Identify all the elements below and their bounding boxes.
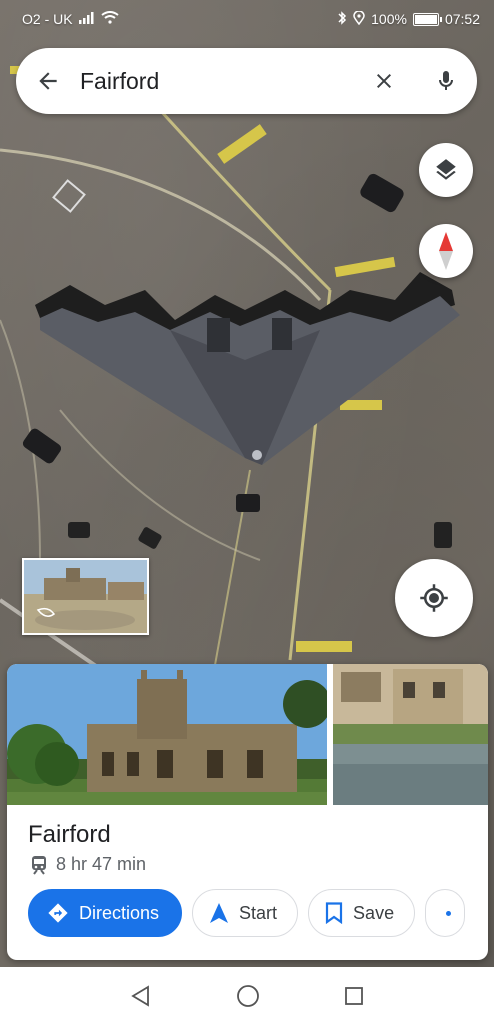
system-navigation-bar — [0, 967, 494, 1024]
arrow-back-icon — [39, 72, 57, 90]
back-button[interactable] — [16, 48, 80, 114]
search-bar[interactable]: Fairford — [16, 48, 477, 114]
compass-button[interactable] — [419, 224, 473, 278]
nav-recents-icon[interactable] — [344, 986, 364, 1006]
status-bar: O2 - UK 100% 07:52 — [0, 0, 494, 38]
my-location-button[interactable] — [395, 559, 473, 637]
more-icon — [446, 910, 452, 916]
start-label: Start — [239, 902, 278, 923]
microphone-icon — [439, 71, 453, 90]
navigation-arrow-icon — [210, 903, 229, 923]
street-view-image — [24, 560, 147, 633]
clock: 07:52 — [444, 11, 480, 27]
compass-icon — [439, 232, 453, 270]
place-photo[interactable] — [333, 664, 488, 805]
layers-icon — [436, 159, 456, 180]
place-card[interactable]: Fairford 8 hr 47 min Directions Start Sa… — [7, 664, 488, 960]
nav-home-icon[interactable] — [236, 984, 260, 1008]
signal-icon — [78, 11, 95, 27]
photo-strip[interactable] — [7, 664, 488, 805]
more-actions-button[interactable] — [425, 889, 466, 937]
layers-button[interactable] — [419, 143, 473, 197]
place-photo[interactable] — [7, 664, 327, 805]
directions-icon — [48, 903, 68, 923]
my-location-icon — [420, 584, 448, 612]
travel-info: 8 hr 47 min — [30, 854, 146, 875]
place-title: Fairford — [28, 821, 111, 848]
bluetooth-icon — [337, 10, 347, 28]
travel-time: 8 hr 47 min — [56, 854, 147, 874]
directions-button[interactable]: Directions — [28, 889, 183, 937]
close-icon — [377, 74, 391, 88]
battery-icon — [412, 12, 442, 26]
save-button[interactable]: Save — [308, 889, 416, 937]
location-icon — [353, 9, 365, 28]
start-button[interactable]: Start — [192, 889, 299, 937]
carrier-label: O2 - UK — [22, 11, 73, 27]
clear-button[interactable] — [353, 48, 415, 114]
bookmark-icon — [325, 902, 343, 924]
train-icon — [32, 855, 46, 875]
save-label: Save — [353, 902, 395, 923]
battery-percent: 100% — [371, 11, 407, 27]
voice-search-button[interactable] — [415, 48, 477, 114]
directions-label: Directions — [79, 902, 160, 923]
wifi-icon — [100, 11, 119, 27]
search-input[interactable]: Fairford — [80, 68, 353, 95]
street-view-thumbnail[interactable] — [22, 558, 149, 635]
action-buttons: Directions Start Save — [28, 889, 466, 939]
nav-back-icon[interactable] — [130, 984, 152, 1007]
